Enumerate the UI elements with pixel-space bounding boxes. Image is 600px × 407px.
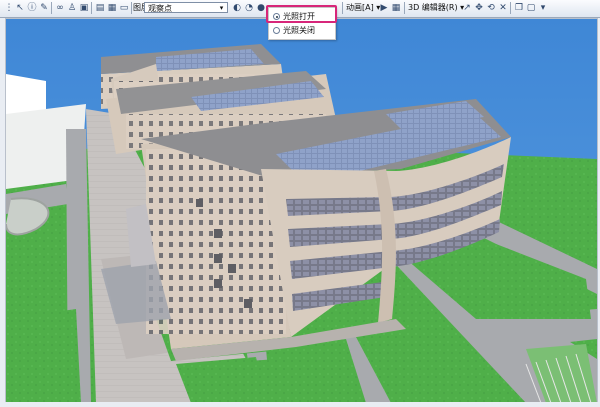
menu-item-light-off[interactable]: 光照关闭 (271, 25, 333, 37)
toolbar-separator (91, 2, 92, 14)
table-icon[interactable]: ▦ (106, 2, 118, 14)
delete-icon[interactable]: ✕ (497, 2, 509, 14)
grid-icon[interactable]: ▦ (390, 2, 402, 14)
3d-editor-menu[interactable]: 3D 编辑器(R) ▾ (408, 3, 464, 13)
toolbar-separator (404, 2, 405, 14)
copy-icon[interactable]: ❐ (513, 2, 525, 14)
more-icon[interactable]: ▾ (537, 2, 549, 14)
layers-icon[interactable]: ▤ (94, 2, 106, 14)
3d-scene-view[interactable] (5, 18, 598, 404)
animation-menu[interactable]: 动画[A] ▾ (346, 3, 380, 13)
toolbar-separator (342, 2, 343, 14)
layer-dropdown-value: 观察点 (148, 4, 172, 13)
chevron-down-icon: ▾ (219, 4, 224, 12)
toolbar-separator (510, 2, 511, 14)
paste-icon[interactable]: ▢ (525, 2, 537, 14)
zoom-in-icon[interactable]: ◐ (231, 2, 243, 14)
campus-scene-render (6, 19, 597, 403)
pointer-icon[interactable]: ↖ (14, 2, 26, 14)
window-bottom-edge (0, 402, 600, 407)
highlight-box (266, 5, 337, 23)
zoom-out-icon[interactable]: ◔ (243, 2, 255, 14)
menu-item-label: 光照关闭 (283, 26, 315, 35)
info-icon[interactable]: ⓘ (26, 2, 38, 14)
rotate-icon[interactable]: ⟲ (485, 2, 497, 14)
pen-icon[interactable]: ✎ (38, 2, 50, 14)
binoculars-icon[interactable]: ∞ (54, 2, 66, 14)
window-icon[interactable]: ▭ (118, 2, 130, 14)
layer-dropdown[interactable]: 观察点 ▾ (144, 2, 228, 13)
arcscene-window: ⋮ ↖ ⓘ ✎ ∞ ♙ ▣ ▤ ▦ ▭ 图层: 观察点 ▾ ◐ ◔ ● 动画[A… (0, 0, 600, 407)
move-icon[interactable]: ✥ (473, 2, 485, 14)
photo-icon[interactable]: ▣ (78, 2, 90, 14)
edit-vertex-icon[interactable]: ↗ (461, 2, 473, 14)
toolbar-separator (51, 2, 52, 14)
toolbar-separator (131, 2, 132, 14)
radio-unselected-icon (273, 27, 280, 34)
person-icon[interactable]: ♙ (66, 2, 78, 14)
movie-icon[interactable]: ▶ (378, 2, 390, 14)
